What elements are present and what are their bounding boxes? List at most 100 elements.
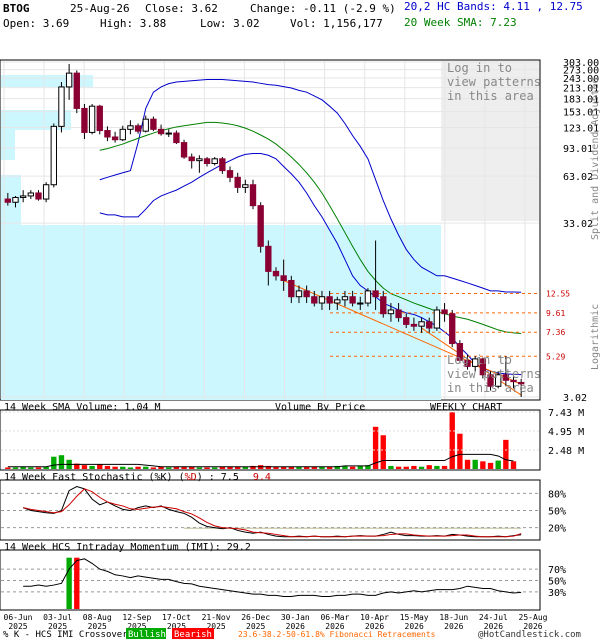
x-year-label: 2026 (444, 622, 463, 631)
candle-body (165, 132, 172, 135)
candle-body (104, 130, 111, 138)
x-axis: 06-Jun202503-Jul202508-Aug202512-Sep2025… (4, 613, 548, 631)
date: 25-Aug-26 (70, 2, 130, 15)
imi-tick-label: 70% (548, 565, 566, 576)
bullish-crossover-bar (66, 557, 72, 609)
x-date-label: 10-Apr (360, 613, 389, 622)
volume-bar (28, 467, 34, 469)
candle-body (395, 309, 402, 319)
stochastic-k-value: 7.5 (221, 472, 239, 483)
stochastic-d-value: 9.4 (253, 472, 271, 483)
candle-body (211, 158, 218, 164)
volume-bar (472, 459, 478, 469)
candle-body (142, 118, 149, 132)
volume-bar (403, 466, 409, 469)
price-tick-label: 63.02 (563, 172, 593, 183)
volume-bar (441, 465, 448, 469)
candle-body (196, 158, 203, 162)
candle-body (127, 125, 134, 130)
volume-label: 14 Week SMA Volume: 1.04 M (4, 402, 161, 413)
candle-body (12, 196, 19, 203)
x-date-label: 18-Jun (439, 613, 468, 622)
candle-body (364, 290, 372, 304)
candle-body (303, 290, 310, 298)
candle-body (150, 118, 157, 130)
volume-bar (212, 467, 218, 469)
volume-bar (104, 465, 111, 469)
fibonacci-label: 7.36 (546, 328, 565, 337)
volume-bar (35, 467, 42, 469)
chart-canvas: BTOG 25-Aug-26 Close: 3.62 Change: -0.11… (0, 0, 600, 640)
candle-body (410, 323, 418, 327)
candle-body (42, 184, 50, 200)
login-msg-line: view patterns (447, 367, 541, 381)
bullish-label: Bullish (128, 630, 166, 640)
price-tick-label: 3.02 (563, 393, 587, 404)
volume-bar (51, 456, 57, 469)
fibonacci-label: 5.29 (546, 352, 565, 361)
candle-body (27, 192, 34, 197)
price-tick-label: 33.02 (563, 219, 593, 230)
volume-bar (127, 467, 134, 469)
candle-body (249, 184, 257, 207)
candle-body (88, 105, 96, 133)
candle-body (341, 296, 349, 301)
candle-body (441, 309, 448, 315)
candle-body (35, 192, 42, 200)
volume-bar (12, 467, 19, 469)
candle-body (272, 270, 280, 277)
candle-body (58, 86, 65, 127)
volume-bar (449, 412, 455, 469)
login-msg-line: in this area (447, 89, 534, 103)
side-label-adjusted: Split and Dividend Adjusted (590, 77, 600, 240)
candle-body (234, 176, 241, 188)
imi-tick-label: 50% (548, 577, 566, 588)
candle-body (288, 279, 295, 298)
change: Change: -0.11 (-2.9 %) (250, 2, 396, 15)
x-date-label: 12-Sep (122, 613, 151, 622)
volume-bar (495, 460, 501, 469)
candle-body (65, 72, 73, 88)
volume-panel: 14 Week SMA Volume: 1.04 M 7.43 M 4.95 M 2… (0, 402, 584, 471)
candle-body (372, 290, 379, 298)
candle-body (4, 198, 12, 203)
candle-body (111, 136, 119, 141)
stochastic-label: 14 Week Fast Stochastic (%K) (%D) : 7.5 … (4, 472, 271, 483)
candle-body (50, 125, 57, 186)
candle-body (387, 309, 395, 315)
x-date-label: 06-Mar (320, 613, 349, 622)
volume-by-price-shade (1, 130, 15, 160)
candle-body (19, 195, 27, 198)
candle-body (326, 296, 333, 304)
volume-bar (457, 433, 463, 469)
volume-bar (97, 464, 103, 469)
candle-body (81, 107, 88, 133)
stochastic-label-b: %D (185, 472, 197, 483)
bearish-label: Bearish (174, 630, 212, 640)
candle-body (418, 321, 425, 327)
high: High: 3.88 (100, 17, 166, 30)
imi-label: 14 Week HCS Intraday Momentum (IMI): 29.… (4, 542, 251, 553)
candle-body (334, 299, 341, 304)
volume-bar (480, 461, 486, 469)
imi-panel: 14 Week HCS Intraday Momentum (IMI): 29.… (0, 542, 566, 611)
candle-body (426, 321, 433, 329)
volume-bar (434, 465, 440, 469)
candle-body (403, 317, 410, 325)
candle-body (219, 158, 226, 172)
hc-bands: 20,2 HC Bands: 4.11 , 12.75 (404, 0, 583, 13)
fibonacci-legend: 23.6-38.2-50-61.8% Fibonacci Retracement… (238, 630, 436, 639)
stochastic-panel: 14 Week Fast Stochastic (%K) (%D) : 7.5 … (0, 472, 566, 541)
volume-bar (380, 435, 386, 469)
volume-bar (411, 465, 417, 469)
x-date-label: 03-Jul (43, 613, 72, 622)
volume-tick-label: 4.95 M (548, 427, 584, 438)
candle-body (134, 125, 142, 132)
volume-bar (487, 462, 494, 469)
x-date-label: 26-Dec (241, 613, 270, 622)
volume-bar (204, 467, 210, 469)
low: Low: 3.02 (200, 17, 260, 30)
candle-body (265, 245, 272, 272)
volume: Vol: 1,156,177 (290, 17, 383, 30)
candle-body (119, 128, 126, 141)
